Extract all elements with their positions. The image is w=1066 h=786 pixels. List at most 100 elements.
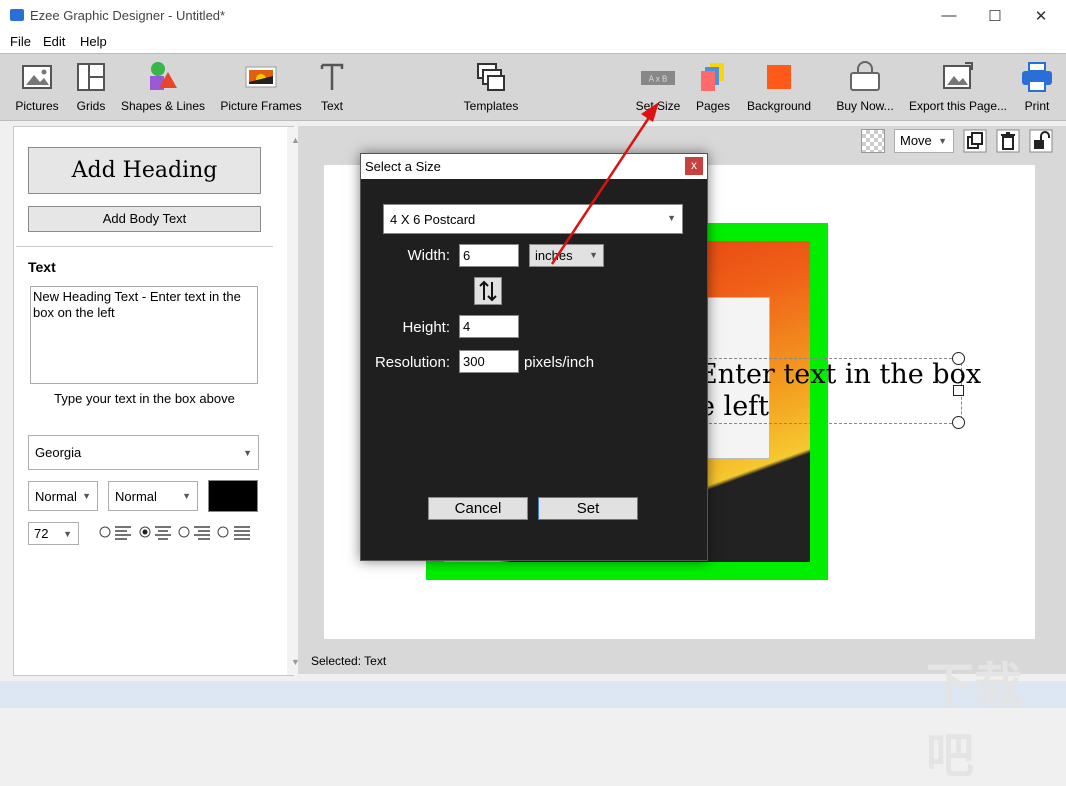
divider	[16, 246, 273, 247]
picture-frame-icon	[245, 66, 277, 88]
maximize-button[interactable]: ☐	[972, 0, 1018, 31]
chevron-down-icon: ▼	[589, 250, 598, 260]
text-input[interactable]: New Heading Text - Enter text in the box…	[30, 286, 258, 384]
font-style-dropdown[interactable]: Normal ▼	[28, 481, 98, 511]
minimize-button[interactable]: —	[926, 0, 972, 31]
printer-icon	[1022, 62, 1052, 92]
toolbar: Pictures Grids Shapes & Lines Picture Fr…	[0, 53, 1066, 121]
height-label: Height:	[402, 319, 450, 336]
export-label: Export this Page...	[908, 99, 1008, 113]
buy-now-button[interactable]: Buy Now...	[834, 54, 896, 120]
chevron-down-icon: ▼	[667, 213, 676, 223]
font-color-swatch[interactable]	[208, 480, 258, 512]
shapes-button[interactable]: Shapes & Lines	[120, 54, 206, 120]
set-size-label: Set Size	[635, 99, 681, 113]
menu-edit[interactable]: Edit	[43, 34, 65, 49]
picture-icon	[22, 65, 52, 89]
svg-text:A x B: A x B	[649, 75, 668, 84]
grids-button[interactable]: Grids	[70, 54, 112, 120]
background-button[interactable]: Background	[744, 54, 814, 120]
background-icon	[767, 65, 791, 89]
font-family-value: Georgia	[35, 445, 82, 460]
size-preset-dropdown[interactable]: 4 X 6 Postcard ▼	[383, 204, 683, 234]
cancel-button[interactable]: Cancel	[428, 497, 528, 520]
add-heading-button[interactable]: Add Heading	[28, 147, 261, 194]
pages-icon	[701, 63, 724, 91]
unlock-icon[interactable]	[1029, 129, 1053, 153]
resize-handle-top[interactable]	[952, 352, 965, 365]
templates-button[interactable]: Templates	[460, 54, 522, 120]
chevron-down-icon: ▼	[182, 491, 191, 501]
export-icon	[943, 62, 973, 89]
move-mode-dropdown[interactable]: Move ▼	[894, 129, 954, 153]
add-body-text-button[interactable]: Add Body Text	[28, 206, 261, 232]
alignment-options[interactable]	[98, 524, 254, 540]
unit-value: inches	[535, 248, 573, 263]
templates-icon	[477, 63, 505, 91]
grids-label: Grids	[76, 99, 106, 113]
width-input[interactable]: 6	[459, 244, 519, 267]
buy-now-label: Buy Now...	[836, 99, 894, 113]
font-size-value: 72	[34, 526, 49, 541]
text-hint: Type your text in the box above	[54, 391, 235, 406]
canvas-text-line2: e left	[699, 391, 770, 422]
set-size-button[interactable]: A x B Set Size	[634, 54, 682, 120]
font-weight-dropdown[interactable]: Normal ▼	[108, 481, 198, 511]
bring-to-front-icon[interactable]	[963, 129, 987, 153]
text-section-heading: Text	[28, 259, 56, 275]
unit-dropdown[interactable]: inches ▼	[529, 244, 604, 267]
export-button[interactable]: Export this Page...	[908, 54, 1008, 120]
grid-icon	[77, 63, 105, 91]
dialog-close-button[interactable]: x	[685, 157, 703, 175]
transparency-swatch[interactable]	[861, 129, 885, 153]
window-title: Ezee Graphic Designer - Untitled*	[30, 8, 226, 23]
move-mode-value: Move	[900, 133, 932, 148]
shapes-icon	[150, 62, 177, 90]
title-bar: Ezee Graphic Designer - Untitled* — ☐ ✕	[0, 0, 1066, 31]
resolution-label: Resolution:	[374, 354, 450, 371]
left-panel: Add Heading Add Body Text Text New Headi…	[13, 126, 304, 676]
pages-label: Pages	[695, 99, 731, 113]
resolution-input[interactable]: 300	[459, 350, 519, 373]
status-strip	[0, 681, 1066, 708]
width-label: Width:	[407, 247, 450, 264]
select-size-dialog: Select a Size x 4 X 6 Postcard ▼ Width: …	[360, 153, 708, 561]
swap-dimensions-icon[interactable]	[474, 277, 502, 305]
background-label: Background	[746, 99, 812, 113]
shapes-label: Shapes & Lines	[120, 99, 206, 113]
pictures-button[interactable]: Pictures	[10, 54, 64, 120]
picture-frames-button[interactable]: Picture Frames	[218, 54, 304, 120]
chevron-down-icon: ▼	[63, 528, 72, 539]
font-size-dropdown[interactable]: 72 ▼	[28, 522, 79, 545]
set-button[interactable]: Set	[538, 497, 638, 520]
pages-button[interactable]: Pages	[692, 54, 734, 120]
font-style-value: Normal	[35, 489, 77, 504]
menu-file[interactable]: File	[10, 34, 31, 49]
resolution-unit: pixels/inch	[524, 354, 595, 371]
chevron-down-icon: ▼	[243, 447, 252, 458]
canvas-text-line1: Enter text in the box	[698, 359, 982, 390]
size-preset-value: 4 X 6 Postcard	[390, 212, 476, 227]
resize-handle-middle[interactable]	[953, 385, 964, 396]
dialog-title-bar: Select a Size x	[361, 154, 707, 179]
shopping-bag-icon	[850, 61, 880, 91]
picture-frames-label: Picture Frames	[220, 99, 302, 113]
font-family-dropdown[interactable]: Georgia ▼	[28, 435, 259, 470]
chevron-down-icon: ▼	[82, 491, 91, 501]
resize-handle-bottom[interactable]	[952, 416, 965, 429]
status-text: Selected: Text	[311, 654, 387, 668]
font-weight-value: Normal	[115, 489, 157, 504]
menu-help[interactable]: Help	[80, 34, 107, 49]
trash-icon[interactable]	[996, 129, 1020, 153]
dialog-title: Select a Size	[365, 159, 441, 174]
close-button[interactable]: ✕	[1018, 0, 1064, 31]
height-input[interactable]: 4	[459, 315, 519, 338]
text-icon	[320, 63, 344, 90]
print-button[interactable]: Print	[1016, 54, 1058, 120]
pictures-label: Pictures	[15, 99, 59, 113]
text-button[interactable]: Text	[314, 54, 350, 120]
watermark: 下载吧	[926, 660, 1023, 783]
menu-bar: File Edit Help	[0, 31, 1066, 53]
app-icon	[10, 9, 24, 21]
templates-label: Templates	[463, 99, 519, 113]
